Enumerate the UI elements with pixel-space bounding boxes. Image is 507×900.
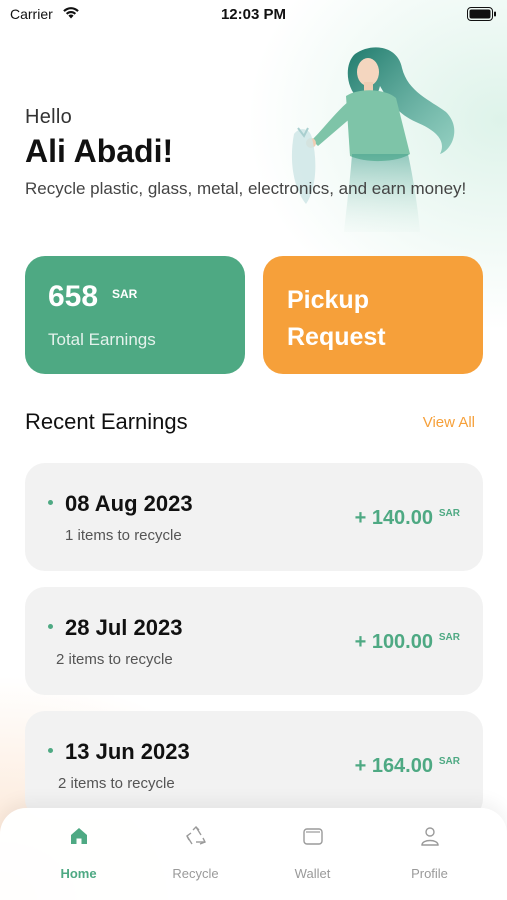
user-name: Ali Abadi! <box>25 133 174 169</box>
total-earnings-label: Total Earnings <box>48 330 156 349</box>
status-bar: Carrier 12:03 PM <box>0 0 507 30</box>
bullet-dot <box>48 748 53 753</box>
woman-recycling-illustration <box>291 47 455 232</box>
tab-profile-label: Profile <box>411 866 448 881</box>
earning-currency: SAR <box>438 508 460 519</box>
view-all-link[interactable]: View All <box>423 414 475 431</box>
tab-profile[interactable]: Profile <box>371 808 488 900</box>
earning-item[interactable]: 13 Jun 2023 2 items to recycle + 164.00 … <box>25 711 483 819</box>
earning-date: 13 Jun 2023 <box>65 739 190 764</box>
earning-amount: + 100.00 <box>354 631 433 653</box>
pickup-request-label: Pickup Request <box>287 286 386 351</box>
earning-item-count: 2 items to recycle <box>56 651 173 668</box>
greeting-hello: Hello <box>25 106 73 128</box>
earning-amount: + 164.00 <box>354 755 433 777</box>
earning-item[interactable]: 28 Jul 2023 2 items to recycle + 100.00 … <box>25 587 483 695</box>
tab-wallet-label: Wallet <box>294 866 331 881</box>
battery-icon <box>467 7 496 21</box>
earning-item[interactable]: 08 Aug 2023 1 items to recycle + 140.00 … <box>25 463 483 571</box>
tab-home-label: Home <box>60 866 97 881</box>
bullet-dot <box>48 624 53 629</box>
earning-date: 08 Aug 2023 <box>65 491 193 516</box>
total-earnings-currency: SAR <box>112 287 138 301</box>
status-time: 12:03 PM <box>220 6 287 23</box>
bullet-dot <box>48 500 53 505</box>
home-icon <box>71 828 87 844</box>
total-earnings-amount: 658 <box>48 280 99 313</box>
tagline: Recycle plastic, glass, metal, electroni… <box>25 179 467 198</box>
tab-wallet[interactable]: Wallet <box>254 808 371 900</box>
earning-item-count: 1 items to recycle <box>65 527 182 544</box>
earning-date: 28 Jul 2023 <box>65 615 183 640</box>
recent-earnings-title: Recent Earnings <box>25 409 188 434</box>
earning-currency: SAR <box>438 756 460 767</box>
bottom-tab-bar: Home Recycle Wallet Profile <box>0 808 507 900</box>
profile-icon <box>421 827 439 846</box>
wallet-icon <box>303 828 323 845</box>
recycle-icon <box>186 826 206 845</box>
tab-recycle[interactable]: Recycle <box>137 808 254 900</box>
total-earnings-card[interactable]: 658 SAR Total Earnings <box>25 256 245 374</box>
earning-currency: SAR <box>438 632 460 643</box>
pickup-request-button[interactable]: Pickup Request <box>263 256 483 374</box>
earning-amount: + 140.00 <box>354 507 433 529</box>
earning-item-count: 2 items to recycle <box>58 775 175 792</box>
tab-recycle-label: Recycle <box>172 866 219 881</box>
tab-home[interactable]: Home <box>20 808 137 900</box>
